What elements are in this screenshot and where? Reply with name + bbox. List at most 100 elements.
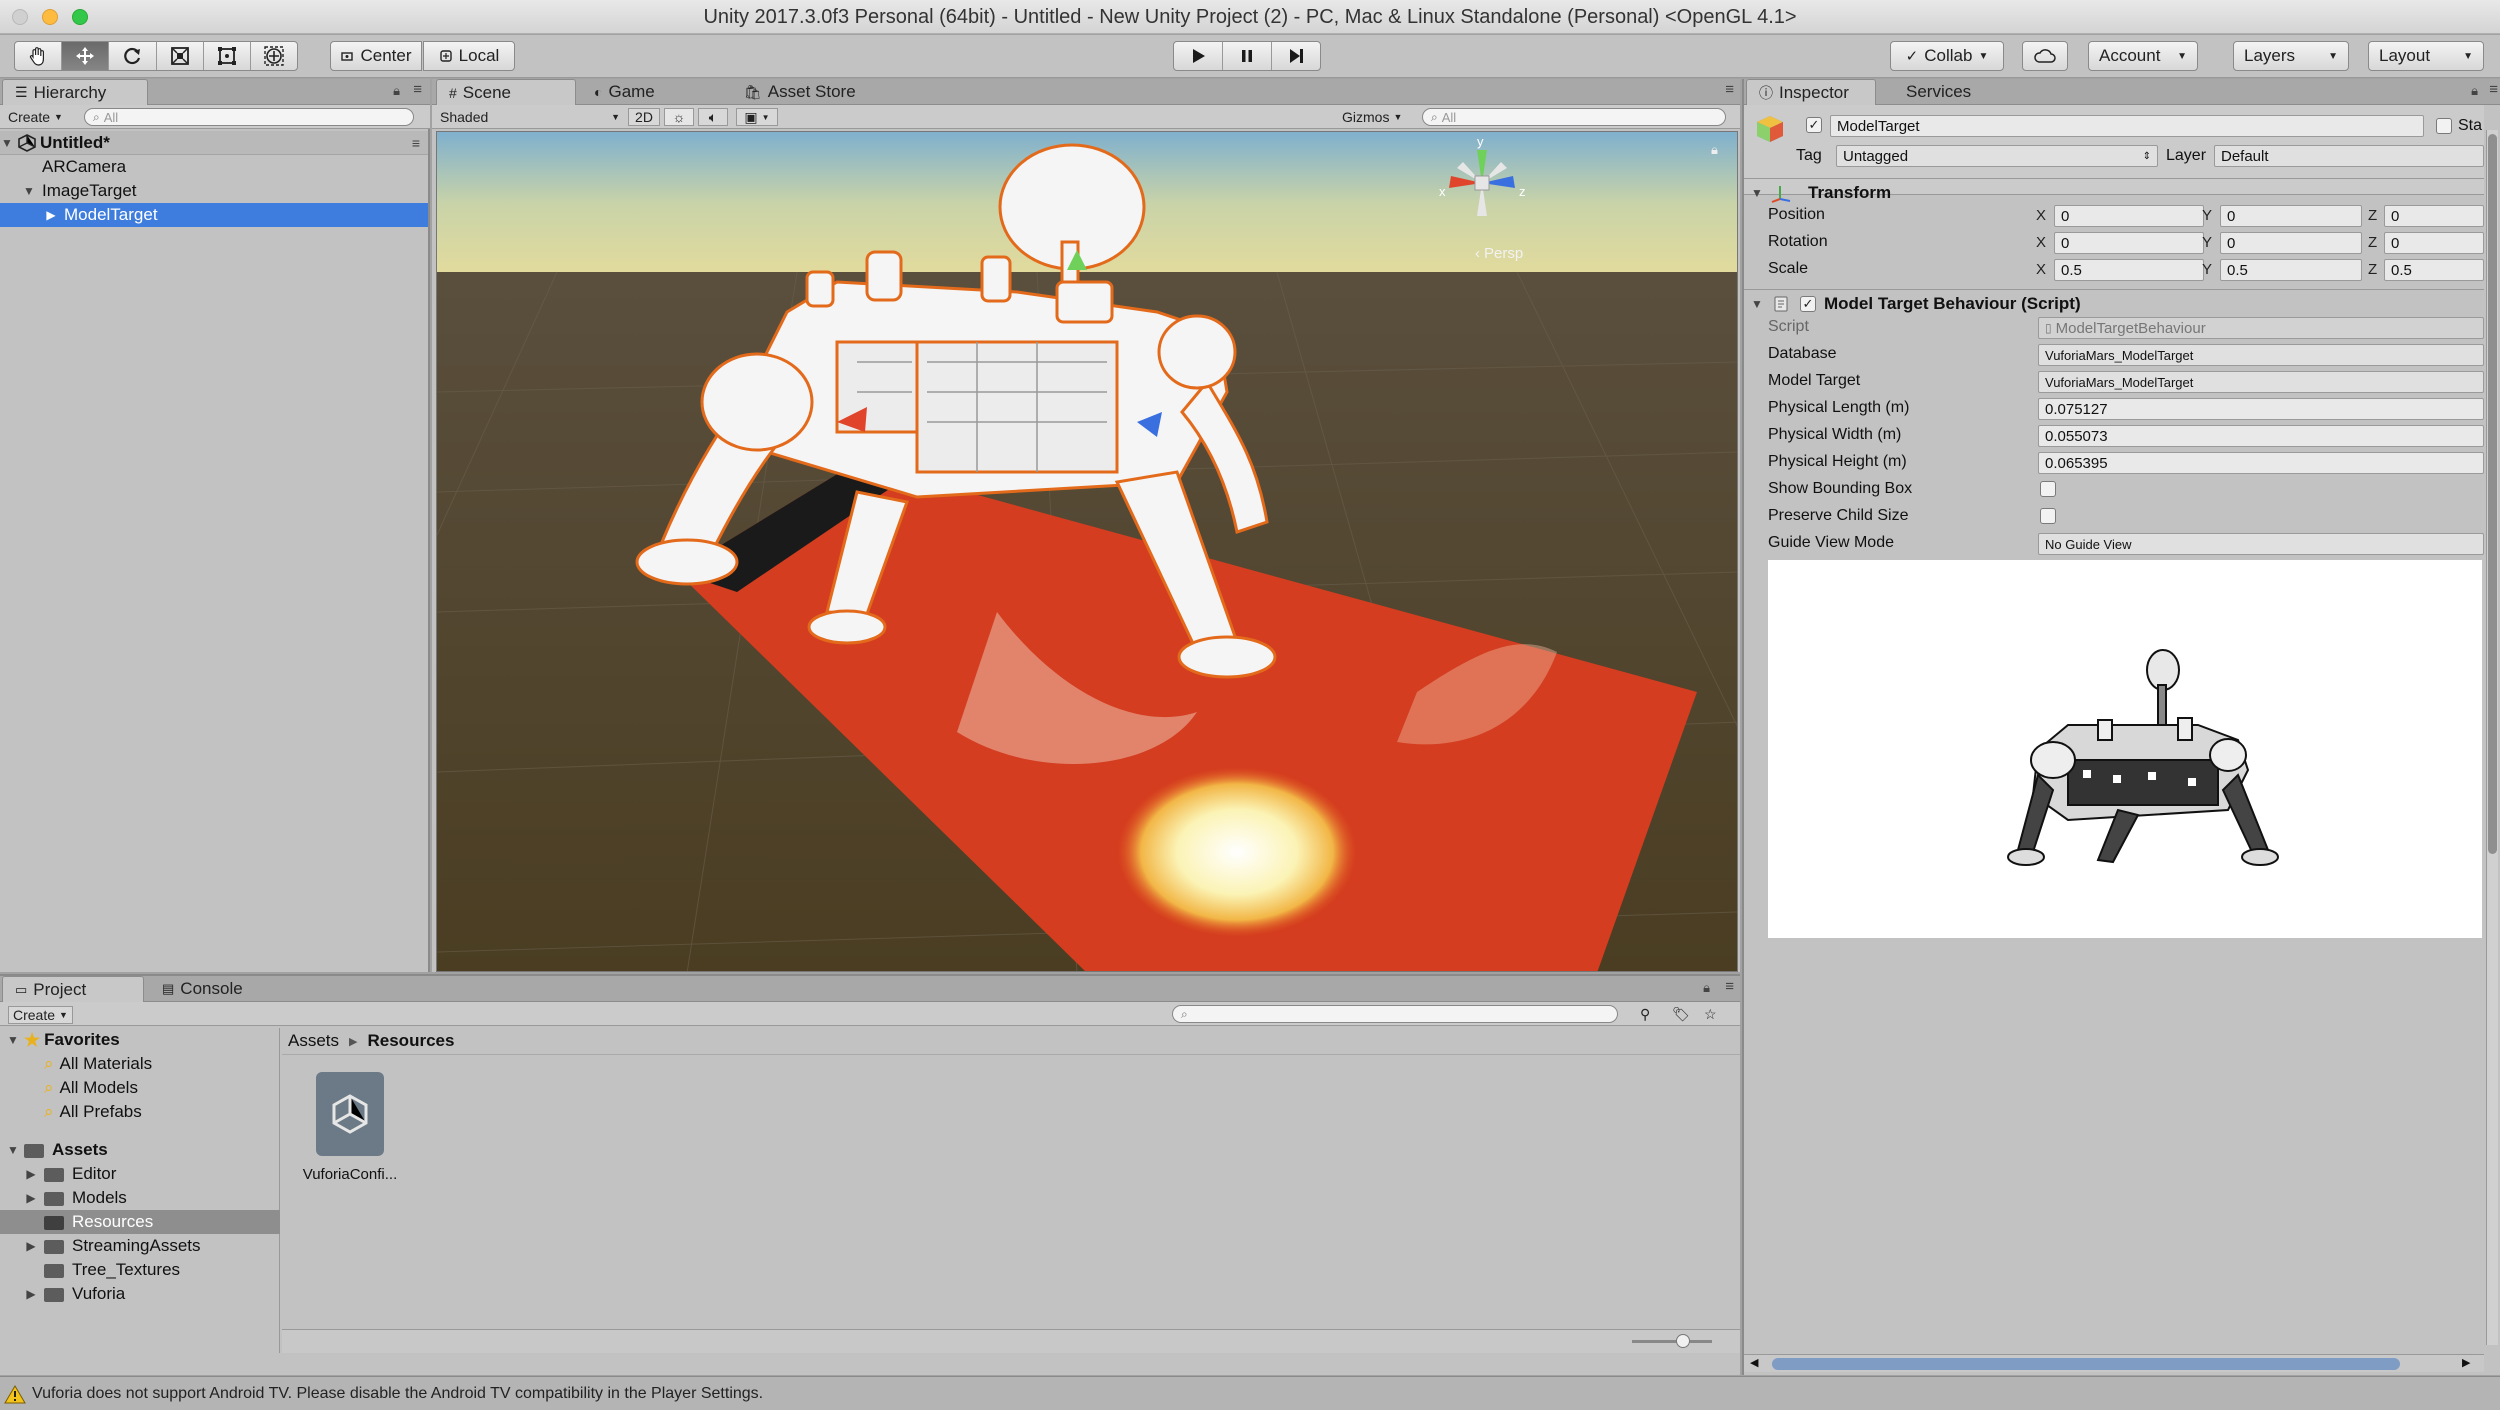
scrollbar-thumb[interactable] [2488, 134, 2497, 854]
hierarchy-item-modeltarget[interactable]: ▶ ModelTarget [0, 203, 428, 227]
panel-menu-icon[interactable]: ≡ [1725, 978, 1734, 995]
asset-tile[interactable]: VuforiaConfi... [298, 1072, 402, 1183]
static-checkbox[interactable] [2436, 118, 2452, 134]
scale-x-field[interactable]: 0.5 [2054, 259, 2204, 281]
2d-toggle[interactable]: 2D [628, 108, 660, 126]
physical-height-field[interactable]: 0.065395 [2038, 452, 2484, 474]
lighting-toggle[interactable]: ☼ [664, 108, 694, 126]
active-checkbox[interactable]: ✓ [1806, 117, 1822, 133]
collapsed-arrow-icon[interactable]: ▶ [24, 1191, 38, 1205]
position-z-field[interactable]: 0 [2384, 205, 2484, 227]
tab-services[interactable]: Services [1894, 79, 1994, 105]
breadcrumb-item[interactable]: Assets [288, 1031, 339, 1051]
hierarchy-item-imagetarget[interactable]: ▼ ImageTarget [0, 179, 428, 203]
status-bar[interactable]: Vuforia does not support Android TV. Ple… [0, 1376, 2500, 1410]
audio-toggle[interactable]: 🔈︎ [698, 108, 728, 126]
tab-hierarchy[interactable]: ☰ Hierarchy [2, 79, 148, 105]
expand-arrow-icon[interactable]: ▼ [6, 1143, 20, 1157]
database-dropdown[interactable]: VuforiaMars_ModelTarget [2038, 344, 2484, 366]
tab-console[interactable]: ▤ Console [150, 976, 270, 1002]
account-dropdown[interactable]: Account ▼ [2088, 41, 2198, 71]
scene-root-row[interactable]: ▼ Untitled* ≡ [0, 131, 428, 155]
folder-item-models[interactable]: ▶ Models [0, 1186, 280, 1210]
step-button[interactable] [1272, 42, 1320, 70]
tab-project[interactable]: ▭ Project [2, 976, 144, 1002]
behaviour-enabled-checkbox[interactable]: ✓ [1800, 295, 1816, 312]
breadcrumb-item[interactable]: Resources [368, 1031, 455, 1051]
transform-tool-icon[interactable] [251, 42, 297, 70]
favorite-item[interactable]: ⌕ All Materials [0, 1052, 280, 1076]
persp-toggle[interactable]: ‹ Persp [1475, 245, 1523, 262]
layer-dropdown[interactable]: Default [2214, 145, 2484, 167]
rotation-y-field[interactable]: 0 [2220, 232, 2362, 254]
scale-tool-icon[interactable] [157, 42, 204, 70]
folder-item-streamingassets[interactable]: ▶ StreamingAssets [0, 1234, 280, 1258]
expand-arrow-icon[interactable]: ▼ [1750, 297, 1764, 311]
filter-by-type-icon[interactable]: ⚲ [1640, 1006, 1650, 1023]
collapsed-arrow-icon[interactable]: ▶ [24, 1167, 38, 1181]
assets-header[interactable]: ▼ Assets [0, 1138, 280, 1162]
physical-width-field[interactable]: 0.055073 [2038, 425, 2484, 447]
scale-z-field[interactable]: 0.5 [2384, 259, 2484, 281]
lock-icon[interactable]: 🔒︎ [1711, 142, 1718, 158]
favorites-header[interactable]: ▼ ★ Favorites [0, 1028, 280, 1052]
expand-arrow-icon[interactable]: ▼ [6, 1033, 20, 1047]
tab-asset-store[interactable]: 🛍︎ Asset Store [732, 79, 912, 105]
folder-item-tree-textures[interactable]: Tree_Textures [0, 1258, 280, 1282]
object-name-field[interactable]: ModelTarget [1830, 115, 2424, 137]
project-search-input[interactable]: ⌕ [1172, 1005, 1618, 1023]
preserve-child-size-checkbox[interactable] [2040, 508, 2056, 524]
expand-arrow-icon[interactable]: ▼ [22, 184, 36, 198]
rotate-tool-icon[interactable] [109, 42, 157, 70]
position-x-field[interactable]: 0 [2054, 205, 2204, 227]
gizmos-dropdown[interactable]: Gizmos ▼ [1342, 109, 1402, 125]
collapsed-arrow-icon[interactable]: ▶ [24, 1287, 38, 1301]
pause-button[interactable] [1223, 42, 1272, 70]
tag-dropdown[interactable]: Untagged ⇕ [1836, 145, 2158, 167]
guide-view-mode-dropdown[interactable]: No Guide View [2038, 533, 2484, 555]
collab-dropdown[interactable]: ✓ Collab ▼ [1890, 41, 2004, 71]
rect-tool-icon[interactable] [204, 42, 251, 70]
scene-search-input[interactable]: ⌕ All [1422, 108, 1726, 126]
expand-arrow-icon[interactable]: ▼ [0, 136, 14, 150]
move-tool-icon[interactable] [62, 42, 110, 70]
tab-game[interactable]: ◐ Game [582, 79, 712, 105]
orientation-gizmo[interactable]: y x z [1437, 134, 1527, 238]
play-button[interactable] [1174, 42, 1223, 70]
icon-size-slider[interactable] [1632, 1340, 1712, 1343]
rotation-z-field[interactable]: 0 [2384, 232, 2484, 254]
pivot-center-toggle[interactable]: Center [330, 41, 422, 71]
panel-menu-icon[interactable]: ≡ [1725, 81, 1734, 98]
scrollbar-thumb[interactable] [1772, 1358, 2400, 1370]
show-bounding-box-checkbox[interactable] [2040, 481, 2056, 497]
tab-scene[interactable]: # Scene [436, 79, 576, 105]
folder-item-resources[interactable]: Resources [0, 1210, 280, 1234]
pivot-space-toggle[interactable]: Local [423, 41, 515, 71]
lock-icon[interactable]: 🔒︎ [2471, 83, 2478, 99]
panel-menu-icon[interactable]: ≡ [2489, 81, 2498, 98]
effects-dropdown[interactable]: ▣ ▼ [736, 108, 778, 126]
scene-menu-icon[interactable]: ≡ [412, 135, 420, 151]
model-target-dropdown[interactable]: VuforiaMars_ModelTarget [2038, 371, 2484, 393]
inspector-horizontal-scrollbar[interactable]: ◀ ▶ [1744, 1354, 2484, 1372]
favorite-star-icon[interactable]: ☆ [1704, 1006, 1717, 1023]
collapsed-arrow-icon[interactable]: ▶ [44, 208, 58, 222]
physical-length-field[interactable]: 0.075127 [2038, 398, 2484, 420]
hierarchy-search-input[interactable]: ⌕ All [84, 108, 414, 126]
behaviour-header[interactable]: ▼ ✓ Model Target Behaviour (Script) [1744, 289, 2484, 317]
transform-header[interactable]: ▼ Transform [1744, 178, 2484, 206]
folder-item-vuforia[interactable]: ▶ Vuforia [0, 1282, 280, 1306]
hand-tool-icon[interactable] [15, 42, 63, 70]
position-y-field[interactable]: 0 [2220, 205, 2362, 227]
scroll-left-icon[interactable]: ◀ [1750, 1356, 1758, 1369]
hierarchy-item-arcamera[interactable]: ARCamera [0, 155, 428, 179]
expand-arrow-icon[interactable]: ▼ [1750, 186, 1764, 200]
favorite-item[interactable]: ⌕ All Models [0, 1076, 280, 1100]
rotation-x-field[interactable]: 0 [2054, 232, 2204, 254]
scale-y-field[interactable]: 0.5 [2220, 259, 2362, 281]
lock-icon[interactable]: 🔒︎ [393, 83, 400, 99]
collapsed-arrow-icon[interactable]: ▶ [24, 1239, 38, 1253]
project-create-button[interactable]: Create ▼ [8, 1006, 73, 1024]
slider-thumb[interactable] [1676, 1334, 1690, 1348]
cloud-button[interactable] [2022, 41, 2068, 71]
